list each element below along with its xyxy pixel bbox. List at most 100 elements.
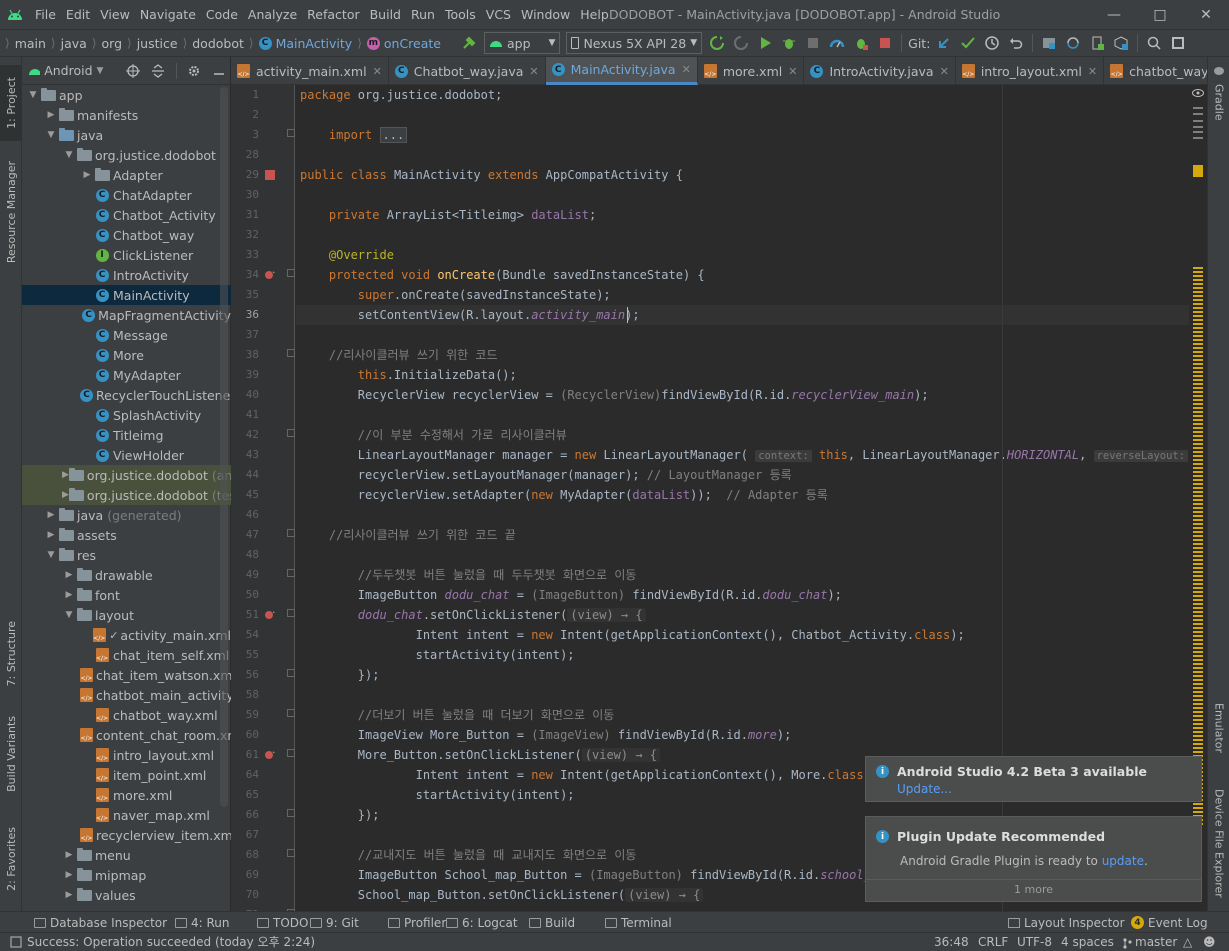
- warning-marker[interactable]: [1193, 371, 1203, 373]
- apply-changes-restart-icon[interactable]: [706, 32, 728, 54]
- tree-item[interactable]: C RecyclerTouchListener: [22, 385, 231, 405]
- override-marker-icon[interactable]: [264, 269, 276, 281]
- code-line[interactable]: recyclerView.setAdapter(new MyAdapter(da…: [300, 485, 828, 505]
- code-line[interactable]: protected void onCreate(Bundle savedInst…: [300, 265, 705, 285]
- warning-marker[interactable]: [1193, 735, 1203, 737]
- warning-marker[interactable]: [1193, 655, 1203, 657]
- menu-build[interactable]: Build: [365, 0, 406, 29]
- code-line[interactable]: package org.justice.dodobot;: [300, 85, 502, 105]
- editor-tab[interactable]: C MainActivity.java ✕: [545, 57, 698, 85]
- warning-marker[interactable]: [1193, 367, 1203, 369]
- menu-window[interactable]: Window: [516, 0, 575, 29]
- collapsed-arrow-icon[interactable]: ▶: [62, 890, 76, 900]
- tree-item[interactable]: C ChatAdapter: [22, 185, 231, 205]
- warning-marker[interactable]: [1193, 487, 1203, 489]
- warning-marker[interactable]: [1193, 467, 1203, 469]
- resource-manager-tool-tab[interactable]: Resource Manager: [0, 153, 22, 271]
- profiler-tool-button[interactable]: Profiler: [388, 912, 446, 933]
- warning-marker[interactable]: [1193, 403, 1203, 405]
- warning-marker[interactable]: [1193, 571, 1203, 573]
- tree-item[interactable]: </> intro_layout.xml: [22, 745, 231, 765]
- tree-item[interactable]: ▶ assets: [22, 525, 231, 545]
- git-tool-button[interactable]: 9: Git: [310, 912, 359, 933]
- warning-marker[interactable]: [1193, 279, 1203, 281]
- warning-marker[interactable]: [1193, 591, 1203, 593]
- warning-marker[interactable]: [1193, 311, 1203, 313]
- locate-file-icon[interactable]: [123, 60, 142, 82]
- warning-marker[interactable]: [1193, 463, 1203, 465]
- breadcrumb-item[interactable]: justice: [135, 36, 180, 51]
- warning-marker[interactable]: [1193, 291, 1203, 293]
- rollback-icon[interactable]: [1005, 32, 1027, 54]
- fold-toggle-icon[interactable]: [287, 609, 295, 617]
- warning-marker[interactable]: [1193, 667, 1203, 669]
- tree-item[interactable]: C IntroActivity: [22, 265, 231, 285]
- warning-marker[interactable]: [1193, 683, 1203, 685]
- code-line[interactable]: });: [300, 805, 380, 825]
- collapsed-arrow-icon[interactable]: ▶: [62, 850, 76, 860]
- warning-marker[interactable]: [1193, 563, 1203, 565]
- warning-marker[interactable]: [1193, 443, 1203, 445]
- collapsed-arrow-icon[interactable]: ▶: [44, 510, 58, 520]
- warning-marker[interactable]: [1193, 499, 1203, 501]
- lock-icon[interactable]: △: [1183, 933, 1192, 951]
- tree-item[interactable]: ▼ app: [22, 85, 231, 105]
- breadcrumb-item[interactable]: dodobot: [190, 36, 246, 51]
- code-line[interactable]: More_Button.setOnClickListener((view) → …: [300, 745, 661, 765]
- warning-marker[interactable]: [1193, 575, 1203, 577]
- tree-item[interactable]: ▶ values: [22, 885, 231, 905]
- avd-manager-icon[interactable]: [1086, 32, 1108, 54]
- warning-marker[interactable]: [1193, 323, 1203, 325]
- warning-marker[interactable]: [1193, 423, 1203, 425]
- warning-marker[interactable]: [1193, 719, 1203, 721]
- tree-scrollbar[interactable]: [220, 87, 228, 807]
- collapsed-arrow-icon[interactable]: ▶: [80, 170, 94, 180]
- warning-marker[interactable]: [1193, 671, 1203, 673]
- warning-marker[interactable]: [1193, 391, 1203, 393]
- warning-marker[interactable]: [1193, 327, 1203, 329]
- gear-icon[interactable]: [185, 60, 204, 82]
- tree-item[interactable]: I ClickListener: [22, 245, 231, 265]
- warning-marker[interactable]: [1193, 603, 1203, 605]
- warning-marker[interactable]: [1193, 411, 1203, 413]
- warning-marker[interactable]: [1193, 431, 1203, 433]
- fold-toggle-icon[interactable]: [287, 429, 295, 437]
- warning-marker[interactable]: [1193, 703, 1203, 705]
- git-branch-widget[interactable]: master: [1122, 933, 1177, 951]
- implementation-marker-icon[interactable]: [264, 169, 276, 181]
- code-line[interactable]: //리사이클러뷰 쓰기 위한 코드: [300, 345, 498, 365]
- editor-tab[interactable]: </> intro_layout.xml ✕: [956, 57, 1105, 85]
- warning-marker[interactable]: [1193, 339, 1203, 341]
- warning-marker[interactable]: [1193, 651, 1203, 653]
- file-encoding[interactable]: UTF-8: [1017, 933, 1052, 951]
- warning-marker[interactable]: [1193, 511, 1203, 513]
- warning-marker[interactable]: [1193, 363, 1203, 365]
- code-line[interactable]: recyclerView.setLayoutManager(manager); …: [300, 465, 792, 485]
- menu-refactor[interactable]: Refactor: [302, 0, 364, 29]
- todo-tool-button[interactable]: TODO: [257, 912, 308, 933]
- breadcrumb-item[interactable]: org: [100, 36, 125, 51]
- lambda-marker-icon[interactable]: [264, 609, 276, 621]
- warning-marker[interactable]: [1193, 555, 1203, 557]
- menu-code[interactable]: Code: [201, 0, 243, 29]
- warning-marker[interactable]: [1193, 627, 1203, 629]
- expanded-arrow-icon[interactable]: ▼: [44, 550, 58, 560]
- warning-marker[interactable]: [1193, 331, 1203, 333]
- menu-edit[interactable]: Edit: [61, 0, 95, 29]
- warning-marker[interactable]: [1193, 299, 1203, 301]
- warning-marker[interactable]: [1193, 347, 1203, 349]
- warning-marker[interactable]: [1193, 659, 1203, 661]
- close-tab-icon[interactable]: ✕: [682, 63, 691, 76]
- warning-marker[interactable]: [1193, 691, 1203, 693]
- warning-marker[interactable]: [1193, 335, 1203, 337]
- fold-toggle-icon[interactable]: [287, 129, 295, 137]
- more-notifications-link[interactable]: 1 more: [866, 883, 1201, 896]
- sync-gradle-icon[interactable]: [1062, 32, 1084, 54]
- warning-marker[interactable]: [1193, 551, 1203, 553]
- plugin-update-notification[interactable]: i Plugin Update Recommended Android Grad…: [865, 816, 1202, 902]
- warning-marker[interactable]: [1193, 559, 1203, 561]
- project-view-mode[interactable]: Android: [44, 63, 92, 78]
- collapsed-arrow-icon[interactable]: ▶: [44, 530, 58, 540]
- warning-marker[interactable]: [1193, 455, 1203, 457]
- debug-icon[interactable]: [778, 32, 800, 54]
